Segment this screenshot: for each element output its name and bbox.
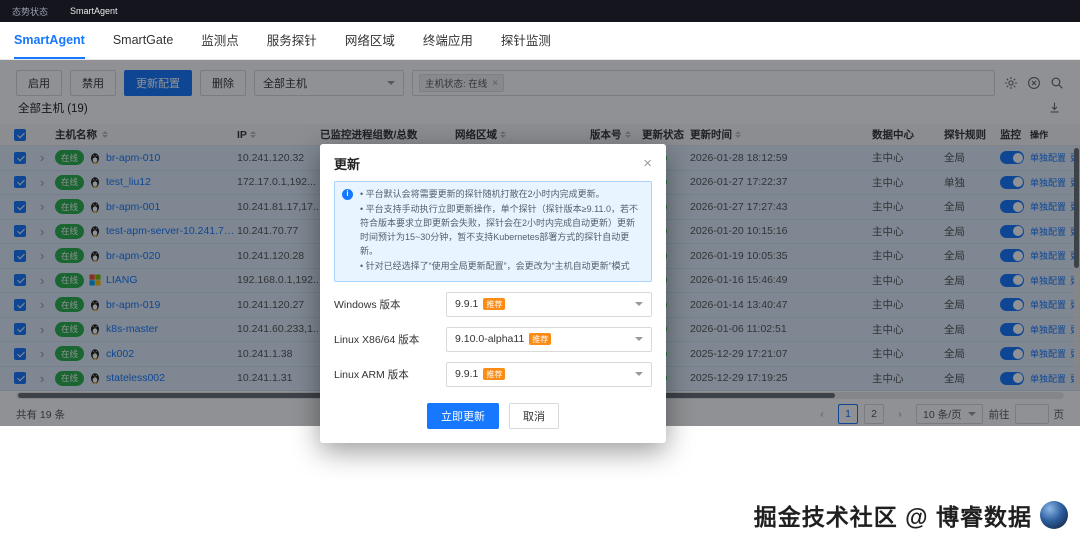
tab-monitor-points[interactable]: 监测点 [201, 22, 239, 59]
tab-smartgate[interactable]: SmartGate [113, 22, 173, 59]
alert-note: 针对已经选择了“使用全局更新配置”，会更改为“主机自动更新”模式 [360, 260, 643, 274]
top-bar: 态势状态 SmartAgent [0, 0, 1080, 22]
windows-version-select[interactable]: 9.9.1 推荐 [446, 291, 652, 317]
linux-arm-version-value: 9.9.1 [455, 368, 479, 381]
recommended-badge: 推荐 [483, 298, 506, 311]
windows-version-value: 9.9.1 [455, 298, 479, 311]
modal-title: 更新 [334, 157, 361, 172]
linux-arm-version-select[interactable]: 9.9.1 推荐 [446, 361, 652, 387]
chevron-down-icon [635, 302, 643, 307]
info-icon: i [342, 189, 353, 200]
update-now-button[interactable]: 立即更新 [427, 402, 499, 429]
tab-smartagent[interactable]: SmartAgent [14, 22, 85, 59]
linux-x86-version-label: Linux X86/64 版本 [334, 333, 420, 346]
update-info-alert: i 平台默认会将需要更新的探针随机打散在2小时内完成更新。 平台支持手动执行立即… [334, 181, 652, 282]
tab-probe-monitor[interactable]: 探针监测 [501, 22, 551, 59]
tab-terminal-app[interactable]: 终端应用 [423, 22, 473, 59]
alert-note: 平台支持手动执行立即更新操作，单个探针（探针版本≥9.11.0，若不符合版本要求… [360, 203, 643, 259]
close-icon[interactable]: × [643, 156, 652, 171]
breadcrumb-parent[interactable]: 态势状态 [12, 5, 48, 18]
tab-network-zone[interactable]: 网络区域 [345, 22, 395, 59]
watermark-text: 掘金技术社区 @ 博睿数据 [753, 504, 1032, 530]
update-modal: 更新 × i 平台默认会将需要更新的探针随机打散在2小时内完成更新。 平台支持手… [320, 144, 666, 443]
recommended-badge: 推荐 [529, 333, 552, 346]
windows-version-label: Windows 版本 [334, 298, 401, 311]
recommended-badge: 推荐 [483, 368, 506, 381]
breadcrumb-current: SmartAgent [70, 6, 118, 16]
tab-bar: SmartAgent SmartGate 监测点 服务探针 网络区域 终端应用 … [0, 22, 1080, 60]
chevron-down-icon [635, 337, 643, 342]
linux-arm-version-label: Linux ARM 版本 [334, 368, 409, 381]
linux-x86-version-select[interactable]: 9.10.0-alpha11 推荐 [446, 326, 652, 352]
linux-x86-version-value: 9.10.0-alpha11 [455, 333, 525, 346]
watermark: 掘金技术社区 @ 博睿数据 [754, 498, 1068, 532]
cancel-button[interactable]: 取消 [509, 402, 559, 429]
chevron-down-icon [635, 372, 643, 377]
watermark-logo [1040, 501, 1068, 529]
tab-service-probe[interactable]: 服务探针 [267, 22, 317, 59]
alert-note: 平台默认会将需要更新的探针随机打散在2小时内完成更新。 [360, 188, 643, 202]
